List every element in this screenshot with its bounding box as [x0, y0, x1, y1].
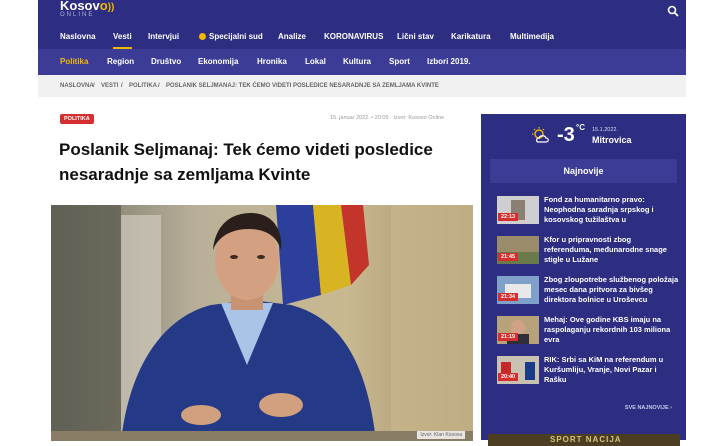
photo-caption: Izvor: Klan Kosova	[417, 431, 465, 439]
breadcrumb-separator: /	[93, 83, 95, 89]
news-title[interactable]: Zbog zloupotrebe službenog položaja mese…	[544, 275, 680, 305]
news-item[interactable]: 22:13 Fond za humanitarno pravo: Neophod…	[497, 195, 680, 228]
article-title: Poslanik Seljmanaj: Tek ćemo videti posl…	[59, 140, 433, 184]
breadcrumb-separator: /	[121, 83, 123, 89]
article-meta: 15. januar 2022. • 20:09 · Izvor: Kosovo…	[330, 115, 445, 121]
sport-banner[interactable]: SPORT NACIJA	[488, 434, 680, 446]
portrait-illustration	[51, 205, 473, 441]
news-item[interactable]: 21:45 Kfor u pripravnosti zbog referendu…	[497, 235, 680, 268]
breadcrumb-politika[interactable]: POLITIKA	[129, 75, 157, 97]
news-time: 22:13	[498, 213, 519, 221]
dot-icon	[199, 33, 206, 40]
breadcrumb-naslovna[interactable]: NASLOVNA	[60, 75, 94, 97]
news-time: 20:40	[498, 373, 519, 381]
latest-news-heading: Najnovije	[490, 159, 677, 183]
nav-item-naslovna[interactable]: Naslovna	[60, 25, 96, 49]
nav-item-licni-stav[interactable]: Lični stav	[397, 25, 434, 49]
breadcrumb-current: POSLANIK SELJMANAJ: TEK ĆEMO VIDETI POSL…	[166, 83, 439, 89]
subnav-item-ekonomija[interactable]: Ekonomija	[198, 49, 238, 75]
article-photo: Izvor: Klan Kosova	[51, 205, 473, 441]
weather-temperature: -3	[557, 124, 575, 146]
subnav-item-lokal[interactable]: Lokal	[305, 49, 326, 75]
nav-item-vesti[interactable]: Vesti	[113, 25, 132, 49]
subnav-item-hronika[interactable]: Hronika	[257, 49, 287, 75]
nav-item-analize[interactable]: Analize	[278, 25, 306, 49]
sun-cloud-icon	[532, 127, 549, 143]
news-item[interactable]: 21:19 Mehaj: Ove godine KBS imaju na ras…	[497, 315, 680, 348]
subnav-item-sport[interactable]: Sport	[389, 49, 410, 75]
news-item[interactable]: 21:34 Zbog zloupotrebe službenog položaj…	[497, 275, 680, 308]
category-tag[interactable]: POLITIKA	[60, 114, 94, 124]
subnav-item-kultura[interactable]: Kultura	[343, 49, 371, 75]
nav-item-koronavirus[interactable]: KORONAVIRUS	[324, 25, 383, 49]
logo-subtitle: ONLINE	[60, 12, 95, 18]
nav-item-specijalni-sud[interactable]: Specijalni sud	[199, 25, 263, 49]
breadcrumb-separator: /	[158, 83, 160, 89]
nav-item-multimedija[interactable]: Multimedija	[510, 25, 554, 49]
subnav-item-politika[interactable]: Politika	[60, 49, 88, 75]
sidebar: -3 °C 15.1.2022. Mitrovica Najnovije 22:…	[481, 114, 686, 440]
top-bar: Kosovo)) ONLINE	[38, 0, 686, 25]
subnav-item-drustvo[interactable]: Društvo	[151, 49, 181, 75]
nav-item-karikatura[interactable]: Karikatura	[451, 25, 491, 49]
news-time: 21:34	[498, 293, 519, 301]
subnav-item-region[interactable]: Region	[107, 49, 134, 75]
breadcrumb-vesti[interactable]: VESTI	[101, 75, 118, 97]
news-title[interactable]: RIK: Srbi sa KiM na referendum u Kuršuml…	[544, 355, 680, 385]
search-icon[interactable]	[667, 5, 679, 17]
primary-nav: Naslovna Vesti Intervjui Specijalni sud …	[38, 25, 686, 49]
news-title[interactable]: Kfor u pripravnosti zbog referenduma, me…	[544, 235, 680, 265]
see-all-latest-link[interactable]: SVE NAJNOVIJE ›	[625, 405, 672, 411]
news-time: 21:45	[498, 253, 519, 261]
subnav-item-izbori-2019[interactable]: Izbori 2019.	[427, 49, 471, 75]
weather-city: Mitrovica	[592, 135, 632, 145]
news-title[interactable]: Mehaj: Ove godine KBS imaju na raspolaga…	[544, 315, 680, 345]
news-item[interactable]: 20:40 RIK: Srbi sa KiM na referendum u K…	[497, 355, 680, 388]
news-time: 21:19	[498, 333, 519, 341]
nav-item-intervjui[interactable]: Intervjui	[148, 25, 179, 49]
weather-unit: °C	[576, 123, 585, 132]
secondary-nav: Politika Region Društvo Ekonomija Hronik…	[38, 49, 686, 75]
news-title[interactable]: Fond za humanitarno pravo: Neophodna sar…	[544, 195, 680, 225]
breadcrumb: NASLOVNA / VESTI / POLITIKA / POSLANIK S…	[38, 75, 686, 97]
banner-text: SPORT NACIJA	[550, 435, 622, 444]
weather-date: 15.1.2022.	[592, 127, 618, 133]
